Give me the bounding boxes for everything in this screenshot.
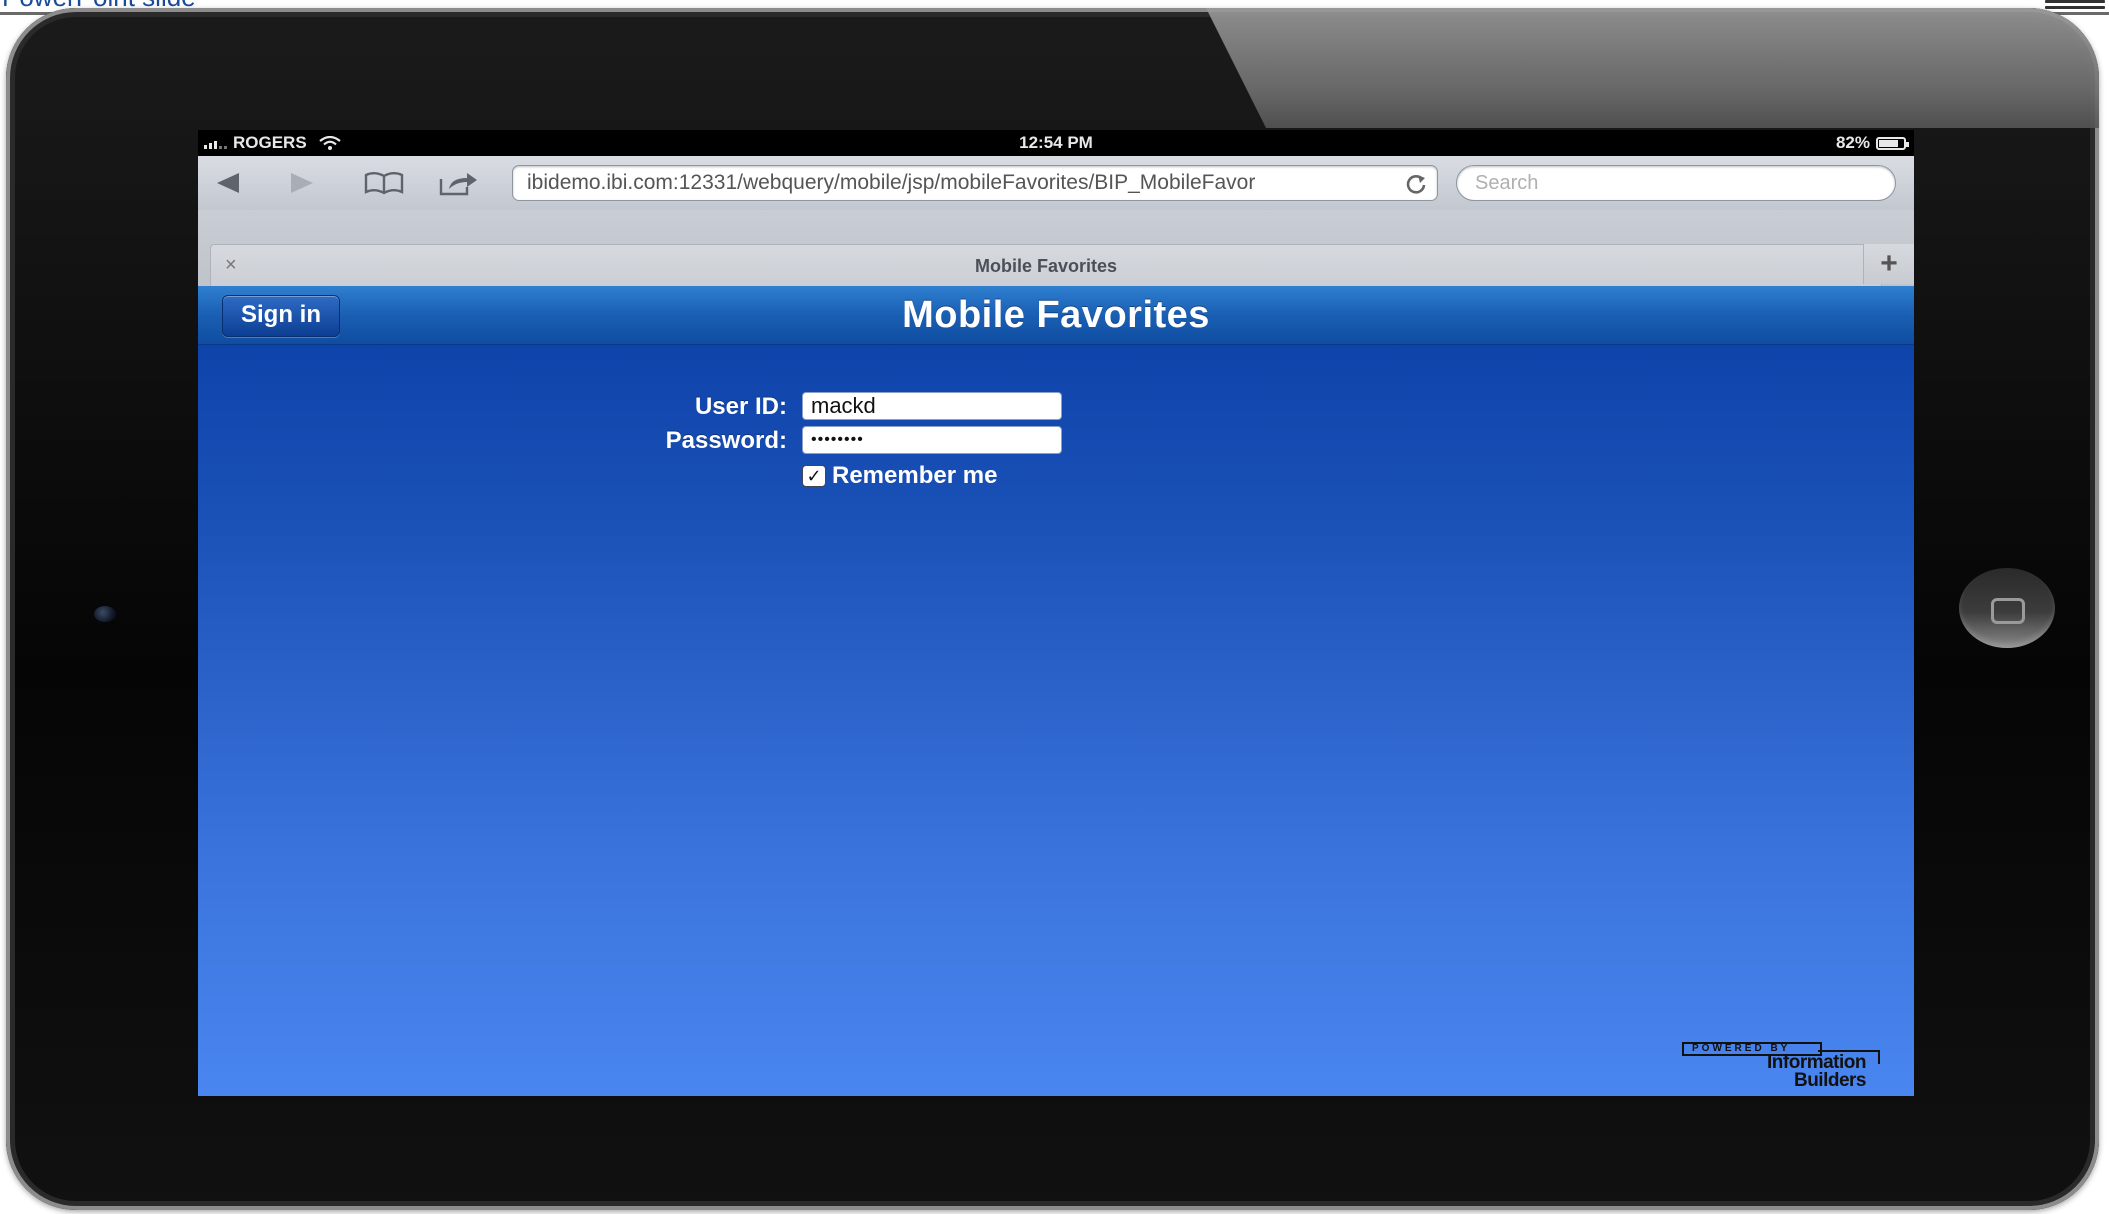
search-input[interactable] (1456, 165, 1896, 201)
battery-icon (1876, 136, 1909, 150)
home-square-icon (1991, 598, 2025, 624)
battery-percent: 82% (1835, 133, 1870, 152)
ipad-screen: ROGERS 12:54 PM 82% ibidemo.ibi.com:1233… (198, 130, 1914, 1096)
back-arrow-icon[interactable] (212, 166, 244, 200)
forward-arrow-icon[interactable] (286, 166, 318, 200)
page-title: Mobile Favorites (902, 294, 1210, 336)
camera-icon (94, 606, 116, 622)
bookmarks-book-icon[interactable] (362, 166, 406, 200)
new-tab-plus-icon[interactable]: + (1863, 244, 1914, 284)
user-id-label: User ID: (694, 393, 787, 420)
company-line-2: Builders (1793, 1070, 1867, 1091)
powered-by-logo: POWERED BY Information Builders (1682, 1042, 1882, 1096)
share-icon[interactable] (436, 166, 480, 200)
app-header: Mobile Favorites Sign in (198, 286, 1914, 345)
remember-me-checkbox[interactable]: ✓ (802, 465, 826, 487)
password-label: Password: (665, 427, 787, 454)
home-button-icon[interactable] (1959, 568, 2055, 648)
screen-glare (1206, 8, 2099, 128)
tab-title: Mobile Favorites (974, 256, 1118, 276)
user-id-input[interactable] (802, 392, 1062, 420)
status-time: 12:54 PM (1019, 133, 1093, 152)
status-bar: ROGERS 12:54 PM 82% (198, 130, 1914, 156)
password-input[interactable]: •••••••• (802, 426, 1062, 454)
battery-fill (1879, 139, 1899, 147)
tab-bar: × Mobile Favorites + (198, 210, 1914, 287)
remember-me-row[interactable]: ✓ Remember me (802, 462, 997, 490)
remember-me-label: Remember me (832, 462, 998, 489)
url-text: ibidemo.ibi.com:12331/webquery/mobile/js… (527, 171, 1256, 194)
url-field[interactable]: ibidemo.ibi.com:12331/webquery/mobile/js… (512, 165, 1438, 201)
company-name: Information Builders (1767, 1053, 1867, 1091)
tab-mobile-favorites[interactable]: × Mobile Favorites (210, 244, 1882, 287)
status-right: 82% (1835, 130, 1909, 156)
ipad-device-frame: ROGERS 12:54 PM 82% ibidemo.ibi.com:1233… (6, 8, 2099, 1210)
sign-in-button[interactable]: Sign in (222, 295, 340, 337)
web-content: Mobile Favorites Sign in User ID: Passwo… (198, 286, 1914, 1096)
logo-line-vertical (1878, 1050, 1880, 1064)
browser-toolbar: ibidemo.ibi.com:12331/webquery/mobile/js… (198, 156, 1914, 211)
reload-icon[interactable] (1405, 173, 1427, 195)
